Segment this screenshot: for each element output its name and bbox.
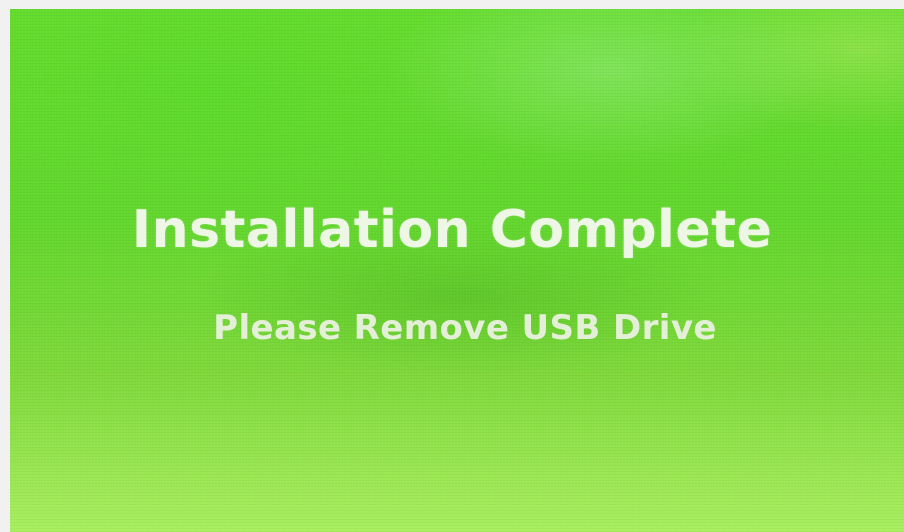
installer-screen	[10, 9, 904, 532]
screen-bezel: Installation Complete Please Remove USB …	[0, 0, 904, 532]
remove-usb-message: Please Remove USB Drive	[213, 308, 717, 348]
installation-complete-title: Installation Complete	[131, 200, 773, 260]
screen-texture	[10, 9, 904, 532]
